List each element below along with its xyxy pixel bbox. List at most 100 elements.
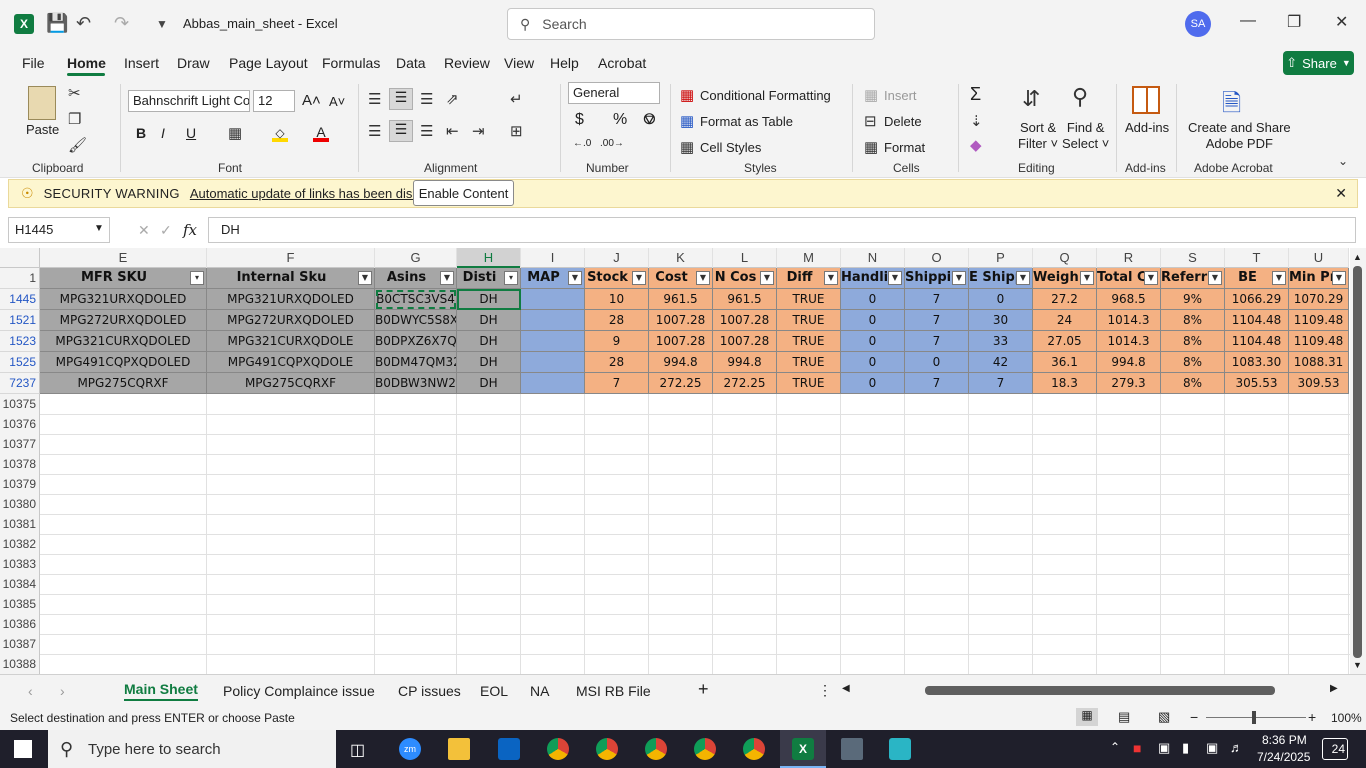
filter-dropdown-icon[interactable]: ▼ bbox=[568, 271, 582, 285]
name-box-dropdown-icon[interactable]: ▼ bbox=[94, 223, 104, 234]
customize-qat-icon[interactable]: ▼ bbox=[156, 17, 168, 31]
table-cell[interactable]: 1007.28 bbox=[713, 331, 777, 352]
percent-icon[interactable]: % bbox=[613, 111, 627, 129]
sheet-tab-cp-issues[interactable]: CP issues bbox=[398, 683, 461, 699]
table-cell[interactable]: TRUE bbox=[777, 331, 841, 352]
shrink-font-icon[interactable]: A˅ bbox=[329, 94, 345, 109]
column-header-h[interactable]: H bbox=[457, 248, 521, 268]
table-cell[interactable]: 8% bbox=[1161, 373, 1225, 394]
table-cell[interactable]: 994.8 bbox=[649, 352, 713, 373]
filter-dropdown-icon[interactable]: ▼ bbox=[888, 271, 902, 285]
zoom-slider[interactable] bbox=[1206, 717, 1306, 718]
row-header[interactable]: 1525 bbox=[0, 352, 40, 373]
table-cell[interactable] bbox=[521, 289, 585, 310]
table-cell[interactable] bbox=[521, 373, 585, 394]
scroll-up-icon[interactable]: ▲ bbox=[1353, 252, 1362, 262]
table-cell[interactable]: 961.5 bbox=[649, 289, 713, 310]
row-header[interactable]: 10385 bbox=[0, 594, 40, 615]
table-cell[interactable]: MPG491CQPXQDOLE bbox=[207, 352, 375, 373]
table-cell[interactable]: MPG321CURXQDOLED bbox=[40, 331, 207, 352]
row-header[interactable]: 10380 bbox=[0, 494, 40, 515]
table-cell[interactable]: 7 bbox=[905, 310, 969, 331]
table-cell[interactable]: 7 bbox=[905, 289, 969, 310]
row-header[interactable]: 7237 bbox=[0, 373, 40, 394]
table-cell[interactable] bbox=[521, 331, 585, 352]
file-explorer-icon[interactable] bbox=[448, 738, 470, 760]
worksheet-grid[interactable]: E F G H I J K L M N O P Q R S T U 1 MFR SKU ▾ Internal Sku ▼ A… bbox=[0, 248, 1350, 674]
chrome-icon-4[interactable] bbox=[694, 738, 716, 760]
filter-dropdown-icon[interactable]: ▼ bbox=[440, 271, 454, 285]
filter-dropdown-icon[interactable]: ▾ bbox=[504, 271, 518, 285]
app-icon[interactable] bbox=[889, 738, 911, 760]
table-cell[interactable]: MPG275CQRXF bbox=[207, 373, 375, 394]
table-cell[interactable]: 10 bbox=[585, 289, 649, 310]
table-cell[interactable]: 9% bbox=[1161, 289, 1225, 310]
header-cell[interactable]: N Cos ▼ bbox=[713, 268, 777, 289]
scroll-right-icon[interactable]: ▶ bbox=[1330, 683, 1338, 694]
filter-dropdown-icon[interactable]: ▼ bbox=[1080, 271, 1094, 285]
zoom-level[interactable]: 100% bbox=[1331, 711, 1362, 725]
table-cell[interactable]: 1109.48 bbox=[1289, 331, 1349, 352]
calculator-icon[interactable] bbox=[841, 738, 863, 760]
horizontal-scroll-thumb[interactable] bbox=[925, 686, 1275, 695]
insert-function-icon[interactable]: fx bbox=[183, 221, 197, 239]
avatar[interactable]: SA bbox=[1185, 11, 1211, 37]
copy-icon[interactable]: ❐ bbox=[68, 110, 81, 128]
row-header[interactable]: 10377 bbox=[0, 434, 40, 455]
increase-indent-icon[interactable]: ⇥ bbox=[472, 122, 485, 140]
table-cell[interactable]: 0 bbox=[841, 310, 905, 331]
outlook-icon[interactable] bbox=[498, 738, 520, 760]
table-cell[interactable]: 24 bbox=[1033, 310, 1097, 331]
underline-button[interactable]: U bbox=[186, 125, 196, 141]
sheet-tab-na[interactable]: NA bbox=[530, 683, 549, 699]
battery-icon[interactable]: ▮ bbox=[1182, 740, 1189, 756]
clock-date[interactable]: 7/24/2025 bbox=[1257, 750, 1310, 764]
page-break-view-icon[interactable]: ▧ bbox=[1158, 709, 1170, 725]
align-middle-icon[interactable]: ☰ bbox=[389, 88, 413, 110]
restore-icon[interactable]: ❐ bbox=[1287, 12, 1301, 32]
delete-cells-button[interactable]: Delete bbox=[884, 114, 922, 129]
table-cell[interactable]: MPG321URXQDOLED bbox=[207, 289, 375, 310]
delete-cells-icon[interactable]: ⊟ bbox=[864, 112, 877, 130]
row-header[interactable]: 10383 bbox=[0, 554, 40, 575]
row-header[interactable]: 10376 bbox=[0, 414, 40, 435]
tab-review[interactable]: Review bbox=[444, 55, 490, 71]
zoom-slider-thumb[interactable] bbox=[1252, 711, 1256, 724]
column-header-s[interactable]: S bbox=[1161, 248, 1225, 268]
sheet-tab-eol[interactable]: EOL bbox=[480, 683, 508, 699]
increase-decimal-icon[interactable]: ←.0 bbox=[573, 138, 591, 149]
table-cell[interactable]: 1088.31 bbox=[1289, 352, 1349, 373]
warning-close-icon[interactable]: ✕ bbox=[1335, 185, 1347, 202]
header-cell[interactable]: Diff ▼ bbox=[777, 268, 841, 289]
table-cell[interactable]: 8% bbox=[1161, 352, 1225, 373]
add-sheet-icon[interactable]: + bbox=[698, 679, 709, 700]
column-header-g[interactable]: G bbox=[375, 248, 457, 268]
header-cell[interactable]: Stock ▼ bbox=[585, 268, 649, 289]
borders-icon[interactable]: ▦ bbox=[228, 124, 242, 142]
table-cell[interactable]: TRUE bbox=[777, 373, 841, 394]
row-header[interactable]: 1445 bbox=[0, 289, 40, 310]
table-cell[interactable]: B0CTSC3VS4 bbox=[375, 289, 457, 310]
column-header-q[interactable]: Q bbox=[1033, 248, 1097, 268]
currency-icon[interactable]: $ bbox=[575, 111, 584, 129]
table-cell[interactable]: DH bbox=[457, 289, 521, 310]
volume-icon[interactable]: ♬ bbox=[1230, 740, 1243, 755]
table-cell[interactable]: 28 bbox=[585, 352, 649, 373]
table-cell[interactable]: 1014.3 bbox=[1097, 310, 1161, 331]
autosum-icon[interactable]: Σ bbox=[970, 84, 981, 105]
scroll-down-icon[interactable]: ▼ bbox=[1353, 660, 1362, 670]
column-header-m[interactable]: M bbox=[777, 248, 841, 268]
row-header[interactable]: 1523 bbox=[0, 331, 40, 352]
column-header-u[interactable]: U bbox=[1289, 248, 1349, 268]
column-header-e[interactable]: E bbox=[40, 248, 207, 268]
table-cell[interactable]: 28 bbox=[585, 310, 649, 331]
table-cell[interactable]: 309.53 bbox=[1289, 373, 1349, 394]
table-cell[interactable]: 0 bbox=[841, 373, 905, 394]
table-cell[interactable]: MPG321CURXQDOLE bbox=[207, 331, 375, 352]
notifications-icon[interactable]: 24 bbox=[1322, 738, 1348, 760]
table-cell[interactable]: 994.8 bbox=[1097, 352, 1161, 373]
select-all-corner[interactable] bbox=[0, 248, 40, 268]
table-cell[interactable]: TRUE bbox=[777, 352, 841, 373]
row-header[interactable]: 1521 bbox=[0, 310, 40, 331]
table-cell[interactable]: 1007.28 bbox=[649, 331, 713, 352]
